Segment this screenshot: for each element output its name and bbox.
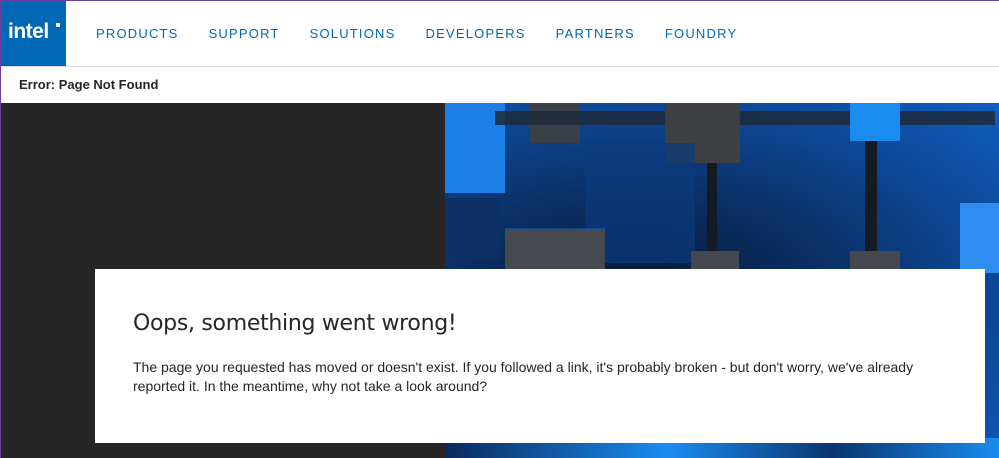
intel-logo-text: intel [8,20,49,43]
intel-logo[interactable]: intel [0,0,66,66]
site-header: intel PRODUCTS SUPPORT SOLUTIONS DEVELOP… [0,0,999,67]
error-heading: Oops, something went wrong! [133,311,457,336]
nav-products[interactable]: PRODUCTS [96,26,179,41]
page-title: Error: Page Not Found [19,77,159,92]
hero-block [445,198,500,258]
main-nav: PRODUCTS SUPPORT SOLUTIONS DEVELOPERS PA… [96,0,767,66]
window-border-top [0,0,999,1]
breadcrumb-bar: Error: Page Not Found [0,67,999,103]
nav-developers[interactable]: DEVELOPERS [426,26,526,41]
logo-dot-mark [56,23,60,27]
nav-foundry[interactable]: FOUNDRY [665,26,737,41]
hero-block [960,203,999,273]
error-message: The page you requested has moved or does… [133,359,914,394]
nav-partners[interactable]: PARTNERS [556,26,635,41]
nav-support[interactable]: SUPPORT [209,26,280,41]
window-border-left [0,0,1,458]
error-card: Oops, something went wrong! The page you… [95,269,985,443]
hero-block [850,103,900,141]
hero-block [495,111,995,125]
hero-block [505,229,605,271]
nav-solutions[interactable]: SOLUTIONS [310,26,396,41]
